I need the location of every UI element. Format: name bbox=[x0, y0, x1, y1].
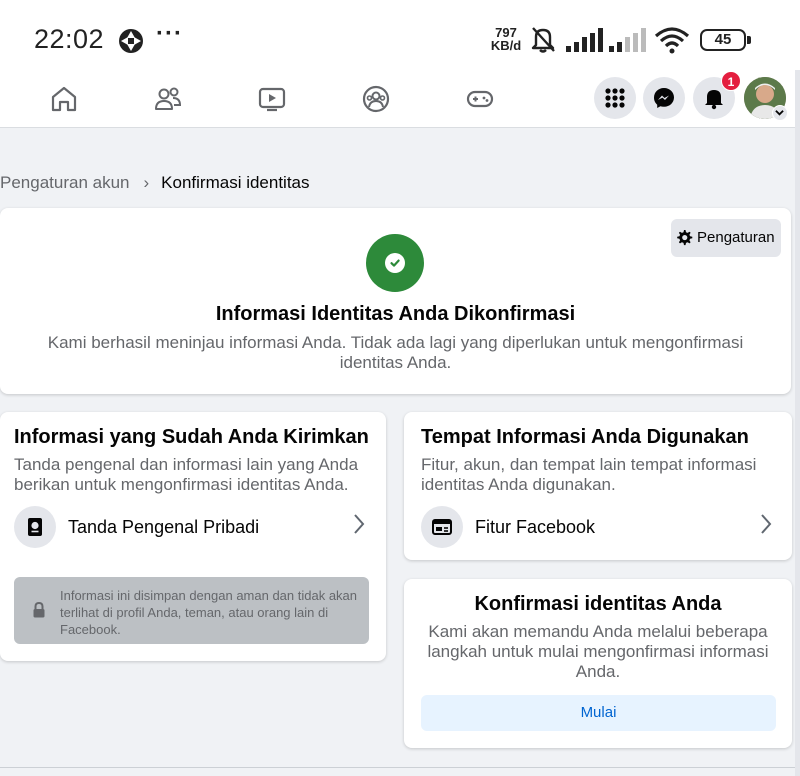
submitted-info-description: Tanda pengenal dan informasi lain yang A… bbox=[14, 455, 359, 494]
settings-button[interactable]: Pengaturan bbox=[671, 219, 781, 257]
personal-id-link[interactable]: Tanda Pengenal Pribadi bbox=[68, 517, 259, 538]
chevron-right-icon[interactable] bbox=[759, 513, 773, 535]
video-icon[interactable] bbox=[257, 84, 287, 114]
settings-button-label: Pengaturan bbox=[697, 229, 775, 246]
passport-icon bbox=[28, 518, 42, 536]
breadcrumb-account-settings[interactable]: Pengaturan akun bbox=[0, 173, 130, 192]
facebook-features-icon-wrap bbox=[421, 506, 463, 548]
start-button[interactable]: Mulai bbox=[421, 695, 776, 731]
home-icon[interactable] bbox=[49, 84, 79, 114]
gaming-icon[interactable] bbox=[465, 84, 495, 114]
confirmed-check-icon bbox=[366, 234, 424, 292]
id-badge-icon bbox=[432, 519, 452, 535]
confirm-identity-description: Kami akan memandu Anda melalui beberapa … bbox=[427, 622, 769, 681]
lock-icon bbox=[33, 602, 45, 618]
wifi-icon bbox=[654, 27, 690, 54]
gear-icon bbox=[677, 230, 693, 246]
bell-muted-icon bbox=[531, 27, 555, 53]
groups-icon[interactable] bbox=[361, 84, 391, 114]
messenger-button[interactable] bbox=[643, 77, 685, 119]
menu-grid-button[interactable] bbox=[594, 77, 636, 119]
notifications-icon bbox=[705, 90, 723, 110]
more-dots-icon: ··· bbox=[156, 20, 183, 47]
network-speed-unit: KB/d bbox=[490, 38, 522, 53]
friends-icon[interactable] bbox=[153, 84, 183, 114]
signal-icon bbox=[566, 28, 603, 52]
submitted-info-title: Informasi yang Sudah Anda Kirimkan bbox=[14, 426, 369, 448]
menu-grid-icon bbox=[605, 88, 625, 108]
account-menu-chevron[interactable] bbox=[772, 105, 788, 121]
chevron-down-icon bbox=[775, 110, 784, 116]
hero-description: Kami berhasil meninjau informasi Anda. T… bbox=[47, 333, 744, 372]
confirm-identity-title: Konfirmasi identitas Anda bbox=[474, 593, 722, 615]
hero-title: Informasi Identitas Anda Dikonfirmasi bbox=[215, 303, 576, 325]
aperture-icon bbox=[119, 29, 143, 53]
id-card-icon-wrap bbox=[14, 506, 56, 548]
divider bbox=[0, 767, 800, 768]
chevron-right-icon[interactable] bbox=[352, 513, 366, 535]
info-usage-description: Fitur, akun, dan tempat lain tempat info… bbox=[421, 455, 757, 494]
privacy-note-text: Informasi ini disimpan dengan aman dan t… bbox=[60, 588, 358, 637]
scrollbar-track[interactable] bbox=[795, 70, 800, 776]
messenger-icon bbox=[654, 88, 674, 108]
privacy-note: Informasi ini disimpan dengan aman dan t… bbox=[14, 577, 369, 644]
notification-badge: 1 bbox=[721, 71, 741, 91]
top-nav bbox=[0, 70, 800, 128]
info-usage-title: Tempat Informasi Anda Digunakan bbox=[421, 426, 749, 448]
battery-icon: 45 bbox=[700, 29, 751, 51]
signal-weak-icon bbox=[609, 28, 646, 52]
facebook-features-link[interactable]: Fitur Facebook bbox=[475, 517, 595, 538]
breadcrumb: Pengaturan akun › Konfirmasi identitas bbox=[0, 173, 310, 193]
network-speed: 797 KB/d bbox=[488, 26, 524, 52]
breadcrumb-separator-icon: › bbox=[143, 173, 150, 192]
breadcrumb-current: Konfirmasi identitas bbox=[161, 173, 310, 192]
status-bar: 22:02 ··· 797 KB/d 45 bbox=[0, 0, 800, 78]
status-time: 22:02 bbox=[34, 24, 105, 54]
